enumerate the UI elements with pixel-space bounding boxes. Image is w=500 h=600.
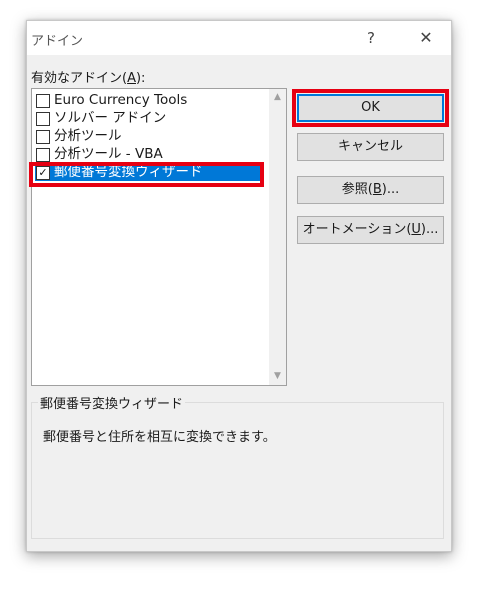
automation-button-prefix: オートメーション( (302, 222, 412, 237)
scroll-down-arrow-icon[interactable]: ▼ (269, 368, 286, 385)
addin-item-solver[interactable]: ソルバー アドイン (35, 110, 264, 127)
description-title: 郵便番号変換ウィザード (38, 393, 186, 412)
addins-list-label-mnemonic: A (127, 71, 136, 86)
close-button[interactable]: ✕ (411, 25, 441, 51)
title-bar: アドイン ? ✕ (27, 21, 451, 55)
description-groupbox (31, 402, 444, 539)
description-text: 郵便番号と住所を相互に変換できます。 (43, 430, 276, 445)
addin-item-postal-code-wizard[interactable]: ✓ 郵便番号変換ウィザード (35, 164, 264, 181)
addins-listbox[interactable]: Euro Currency Tools ソルバー アドイン 分析ツール 分析ツー… (31, 88, 287, 386)
checkbox-postal-code-wizard[interactable]: ✓ (36, 166, 50, 180)
addins-list-label: 有効なアドイン(A): (31, 67, 145, 86)
cancel-button[interactable]: キャンセル (297, 133, 444, 161)
addin-item-label: 郵便番号変換ウィザード (54, 164, 203, 180)
checkbox-euro-currency-tools[interactable] (36, 94, 50, 108)
addins-dialog: アドイン ? ✕ 有効なアドイン(A): Euro Currency Tools… (26, 20, 452, 552)
scroll-up-arrow-icon[interactable]: ▲ (269, 89, 286, 106)
automation-button[interactable]: オートメーション(U)... (297, 216, 444, 244)
dialog-title: アドイン (31, 34, 84, 49)
checkbox-analysis-toolpak[interactable] (36, 130, 50, 144)
addin-item-label: 分析ツール - VBA (54, 146, 163, 162)
automation-button-suffix: )... (420, 222, 439, 237)
browse-button-suffix: )... (381, 182, 400, 197)
checkbox-analysis-toolpak-vba[interactable] (36, 148, 50, 162)
addin-item-euro-currency-tools[interactable]: Euro Currency Tools (35, 92, 264, 109)
addins-list-label-prefix: 有効なアドイン( (31, 71, 128, 86)
addin-item-label: ソルバー アドイン (54, 110, 167, 126)
addin-item-analysis-toolpak[interactable]: 分析ツール (35, 128, 264, 145)
help-button[interactable]: ? (357, 25, 385, 51)
ok-button[interactable]: OK (297, 94, 444, 122)
checkbox-solver[interactable] (36, 112, 50, 126)
addin-item-label: 分析ツール (54, 128, 122, 144)
browse-button-mnemonic: B (372, 182, 382, 197)
addin-item-analysis-toolpak-vba[interactable]: 分析ツール - VBA (35, 146, 264, 163)
addins-list-label-suffix: ): (135, 71, 146, 86)
listbox-scrollbar[interactable]: ▲ ▼ (269, 89, 286, 385)
browse-button[interactable]: 参照(B)... (297, 176, 444, 204)
browse-button-prefix: 参照( (341, 182, 373, 197)
addin-item-label: Euro Currency Tools (54, 92, 188, 108)
automation-button-mnemonic: U (411, 222, 421, 237)
